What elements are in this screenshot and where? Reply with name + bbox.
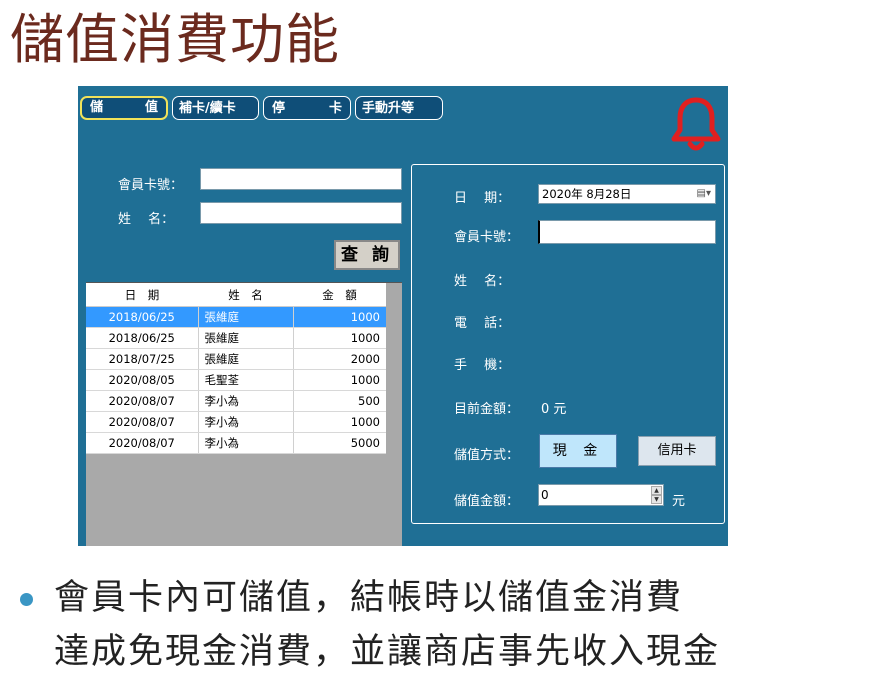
deposit-form-panel bbox=[411, 164, 725, 524]
form-mobile-label: 手 機： bbox=[454, 358, 511, 373]
balance-label: 目前金額： bbox=[454, 402, 520, 417]
date-label: 日 期： bbox=[454, 191, 511, 206]
search-card-input[interactable] bbox=[200, 168, 402, 190]
col-header-date[interactable]: 日 期 bbox=[86, 283, 198, 307]
history-table-area: 日 期 姓 名 金 額 2018/06/25 張維庭 1000 2018/06/… bbox=[86, 282, 402, 546]
form-name-label: 姓 名： bbox=[454, 274, 511, 289]
cell-date: 2020/08/07 bbox=[86, 390, 199, 412]
cell-date: 2020/08/07 bbox=[86, 411, 199, 433]
bell-icon[interactable] bbox=[667, 94, 725, 154]
cell-name: 李小為 bbox=[198, 432, 294, 454]
stepper-up-icon[interactable]: ▲ bbox=[651, 486, 662, 495]
tab-manual-upgrade[interactable]: 手動升等 bbox=[355, 96, 443, 120]
tab-suspend-label-left: 停 bbox=[272, 101, 286, 116]
cell-amount: 2000 bbox=[293, 348, 386, 370]
table-row[interactable]: 2020/08/07 李小為 5000 bbox=[86, 432, 386, 454]
bullet-line-1: 會員卡內可儲值，結帳時以儲值金消費 bbox=[54, 578, 684, 618]
cell-name: 李小為 bbox=[198, 390, 294, 412]
bullet-line-2: 達成免現金消費，並讓商店事先收入現金 bbox=[54, 632, 721, 672]
history-table: 日 期 姓 名 金 額 2018/06/25 張維庭 1000 2018/06/… bbox=[86, 283, 386, 454]
form-card-label: 會員卡號： bbox=[454, 230, 520, 245]
cash-button[interactable]: 現 金 bbox=[539, 434, 617, 468]
cell-date: 2020/08/05 bbox=[86, 369, 199, 391]
search-card-label: 會員卡號： bbox=[118, 178, 184, 193]
bullet-dot-icon bbox=[20, 593, 33, 606]
amount-stepper[interactable]: ▲ ▼ bbox=[651, 486, 662, 504]
credit-card-button[interactable]: 信用卡 bbox=[638, 436, 716, 466]
tab-deposit-label-left: 儲 bbox=[90, 100, 104, 115]
method-label: 儲值方式： bbox=[454, 448, 520, 463]
table-row[interactable]: 2018/06/25 張維庭 1000 bbox=[86, 306, 386, 328]
cell-date: 2018/07/25 bbox=[86, 348, 199, 370]
form-phone-label: 電 話： bbox=[454, 316, 511, 331]
cell-amount: 500 bbox=[293, 390, 386, 412]
cell-name: 毛聖荃 bbox=[198, 369, 294, 391]
cell-amount: 5000 bbox=[293, 432, 386, 454]
cell-amount: 1000 bbox=[293, 327, 386, 349]
tab-replace-renew[interactable]: 補卡/續卡 bbox=[172, 96, 259, 120]
cell-amount: 1000 bbox=[293, 306, 386, 328]
search-name-label: 姓 名： bbox=[118, 212, 175, 227]
cell-name: 張維庭 bbox=[198, 348, 294, 370]
cell-amount: 1000 bbox=[293, 369, 386, 391]
amount-input[interactable]: 0 ▲ ▼ bbox=[538, 484, 664, 506]
slide-title: 儲值消費功能 bbox=[10, 8, 340, 71]
table-row[interactable]: 2020/08/07 李小為 500 bbox=[86, 390, 386, 412]
table-row[interactable]: 2018/07/25 張維庭 2000 bbox=[86, 348, 386, 370]
table-row[interactable]: 2018/06/25 張維庭 1000 bbox=[86, 327, 386, 349]
cell-name: 張維庭 bbox=[198, 306, 294, 328]
cell-amount: 1000 bbox=[293, 411, 386, 433]
tab-suspend-label-right: 卡 bbox=[328, 101, 342, 116]
calendar-icon[interactable]: ▤▾ bbox=[697, 185, 711, 203]
search-name-input[interactable] bbox=[200, 202, 402, 224]
tab-suspend[interactable]: 停 卡 bbox=[263, 96, 351, 120]
history-header-row: 日 期 姓 名 金 額 bbox=[86, 283, 386, 307]
form-card-input[interactable] bbox=[538, 220, 716, 244]
table-row[interactable]: 2020/08/07 李小為 1000 bbox=[86, 411, 386, 433]
cell-date: 2020/08/07 bbox=[86, 432, 199, 454]
stepper-down-icon[interactable]: ▼ bbox=[651, 495, 662, 504]
query-button[interactable]: 查 詢 bbox=[334, 240, 400, 270]
date-picker[interactable]: 2020年 8月28日 ▤▾ bbox=[538, 184, 716, 204]
cell-date: 2018/06/25 bbox=[86, 306, 199, 328]
col-header-amount[interactable]: 金 額 bbox=[293, 283, 386, 307]
amount-value: 0 bbox=[541, 488, 549, 502]
col-header-name[interactable]: 姓 名 bbox=[198, 283, 293, 307]
date-value: 2020年 8月28日 bbox=[542, 187, 632, 201]
balance-value: 0 元 bbox=[541, 402, 567, 417]
cell-date: 2018/06/25 bbox=[86, 327, 199, 349]
amount-label: 儲值金額： bbox=[454, 494, 520, 509]
bullet-text: 會員卡內可儲值，結帳時以儲值金消費 達成免現金消費，並讓商店事先收入現金 bbox=[54, 571, 720, 679]
amount-unit: 元 bbox=[672, 494, 686, 509]
cell-name: 李小為 bbox=[198, 411, 294, 433]
tab-deposit[interactable]: 儲 值 bbox=[80, 96, 168, 120]
table-row[interactable]: 2020/08/05 毛聖荃 1000 bbox=[86, 369, 386, 391]
cell-name: 張維庭 bbox=[198, 327, 294, 349]
member-app-window: 儲 值 補卡/續卡 停 卡 手動升等 會員卡號： 姓 名： 查 詢 日 期 姓 … bbox=[78, 86, 728, 546]
tab-deposit-label-right: 值 bbox=[144, 100, 158, 115]
